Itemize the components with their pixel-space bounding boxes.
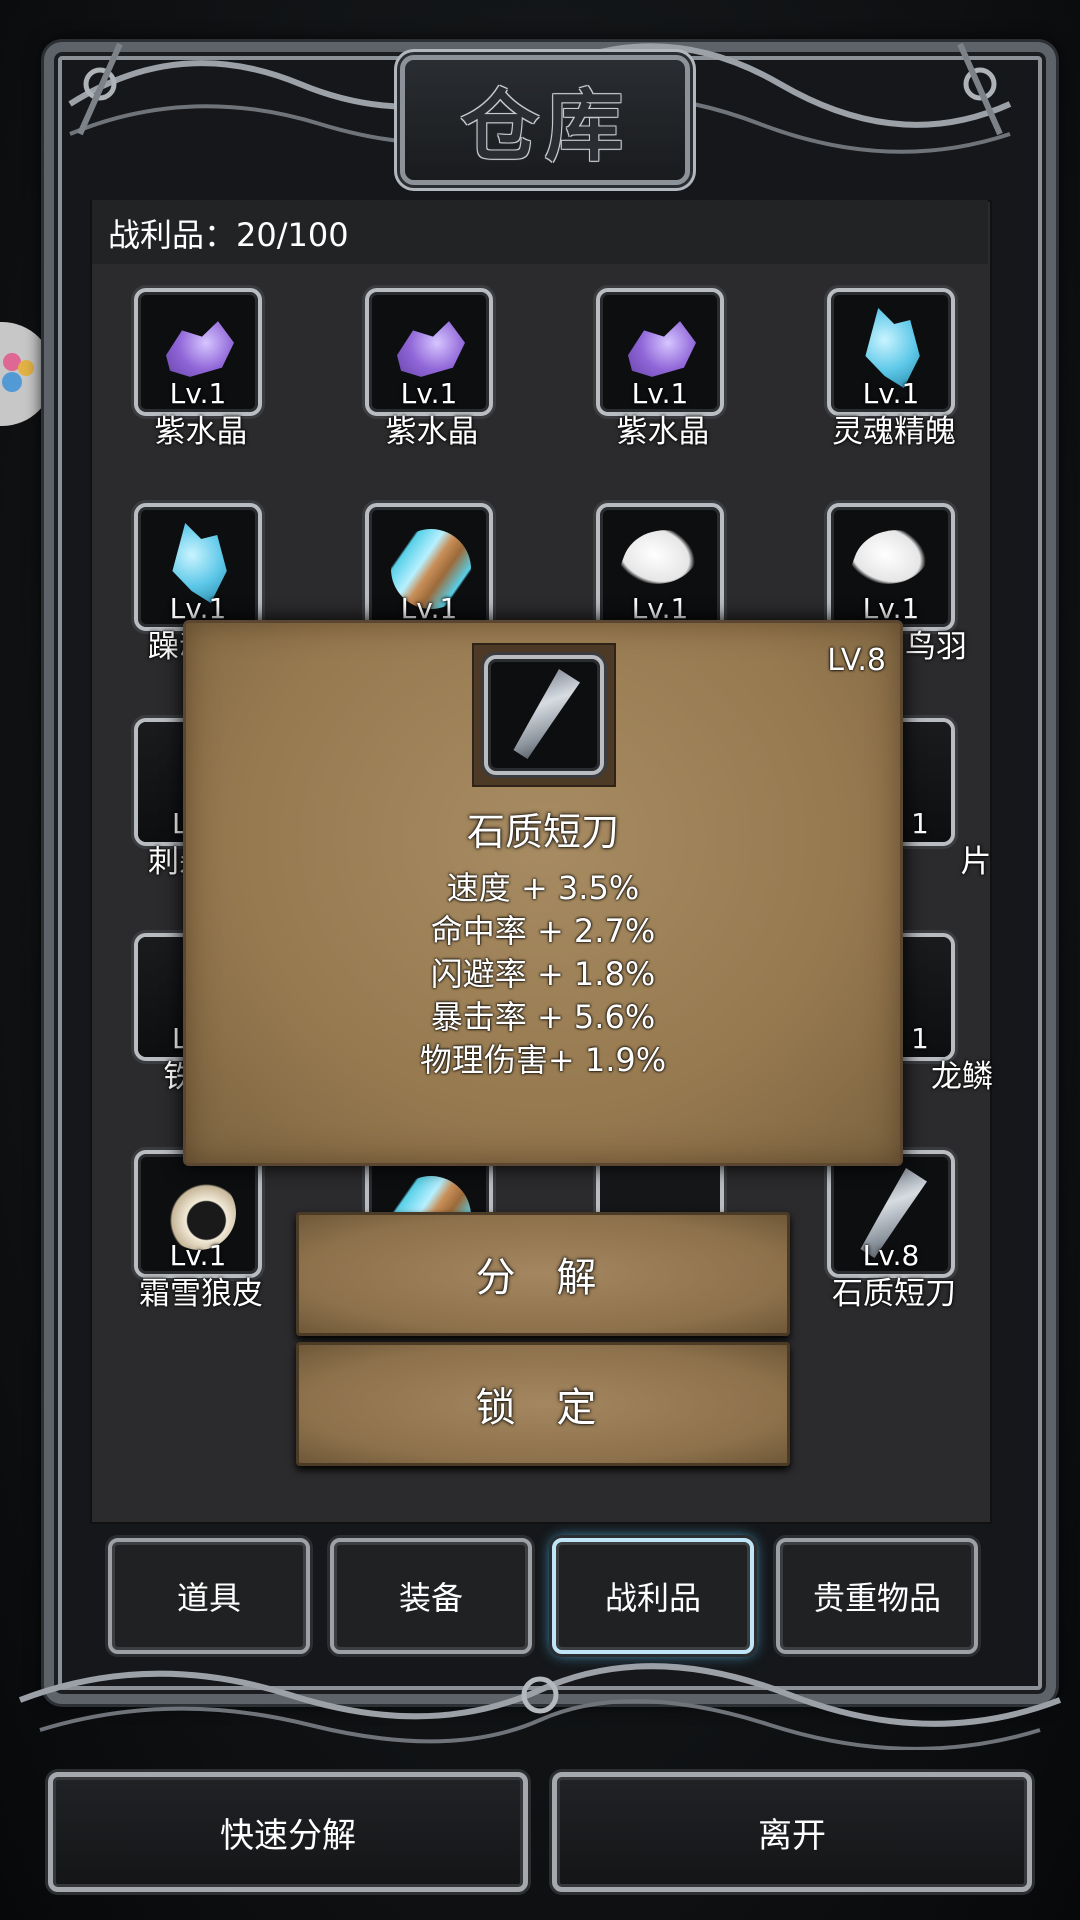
- item-detail-popup: LV.8 石质短刀 速度 + 3.5% 命中率 + 2.7% 闪避率 + 1.8…: [183, 620, 903, 1166]
- popup-icon-frame: [472, 643, 616, 787]
- restless-crystal-icon: [172, 523, 227, 603]
- quick-decompose-button[interactable]: 快速分解: [48, 1772, 528, 1892]
- item-name: 紫水晶: [616, 414, 710, 450]
- stat-line: 闪避率 + 1.8%: [430, 955, 656, 993]
- decompose-button[interactable]: 分 解: [296, 1212, 790, 1336]
- title-plate: 仓库: [400, 55, 690, 185]
- tab-valuables[interactable]: 贵重物品: [776, 1538, 978, 1654]
- inventory-slot[interactable]: Lv.1 紫水晶: [357, 288, 507, 450]
- inventory-slot[interactable]: Lv.1 紫水晶: [126, 288, 276, 450]
- inventory-slot[interactable]: Lv.1 灵魂精魄: [819, 288, 969, 450]
- tab-equipment[interactable]: 装备: [330, 1538, 532, 1654]
- lock-button[interactable]: 锁 定: [296, 1342, 790, 1466]
- item-name: 灵魂精魄: [832, 414, 956, 450]
- inventory-count: 战利品：20/100: [108, 216, 349, 254]
- stat-line: 速度 + 3.5%: [446, 869, 640, 907]
- item-name: 霜雪狼皮: [139, 1276, 263, 1312]
- item-name: 紫水晶: [154, 414, 248, 450]
- frame-bottom-ornament: [18, 1663, 1062, 1750]
- inventory-slot[interactable]: Lv.8 石质短刀: [819, 1150, 969, 1312]
- tab-loot[interactable]: 战利品: [552, 1538, 754, 1654]
- stat-line: 物理伤害+ 1.9%: [419, 1041, 667, 1079]
- stat-line: 命中率 + 2.7%: [430, 912, 656, 950]
- inventory-slot[interactable]: Lv.1 霜雪狼皮: [126, 1150, 276, 1312]
- soul-essence-icon: [865, 308, 920, 388]
- stone-knife-icon: [513, 669, 580, 759]
- popup-item-name: 石质短刀: [466, 810, 619, 854]
- feather-icon: [848, 516, 936, 598]
- feather-icon: [617, 516, 705, 598]
- popup-item-level: LV.8: [827, 643, 886, 678]
- leave-button[interactable]: 离开: [552, 1772, 1032, 1892]
- page-title: 仓库: [460, 81, 629, 172]
- inventory-count-bar: 战利品：20/100: [92, 200, 988, 264]
- item-name: 石质短刀: [832, 1276, 956, 1312]
- assistant-icon: [2, 353, 34, 392]
- amethyst-icon: [628, 321, 696, 377]
- amethyst-icon: [166, 321, 234, 377]
- stat-line: 暴击率 + 5.6%: [430, 998, 656, 1036]
- tab-items[interactable]: 道具: [108, 1538, 310, 1654]
- inventory-slot[interactable]: Lv.1 紫水晶: [588, 288, 738, 450]
- item-name: 紫水晶: [385, 414, 479, 450]
- popup-stats: 速度 + 3.5% 命中率 + 2.7% 闪避率 + 1.8% 暴击率 + 5.…: [186, 867, 900, 1082]
- amethyst-icon: [397, 321, 465, 377]
